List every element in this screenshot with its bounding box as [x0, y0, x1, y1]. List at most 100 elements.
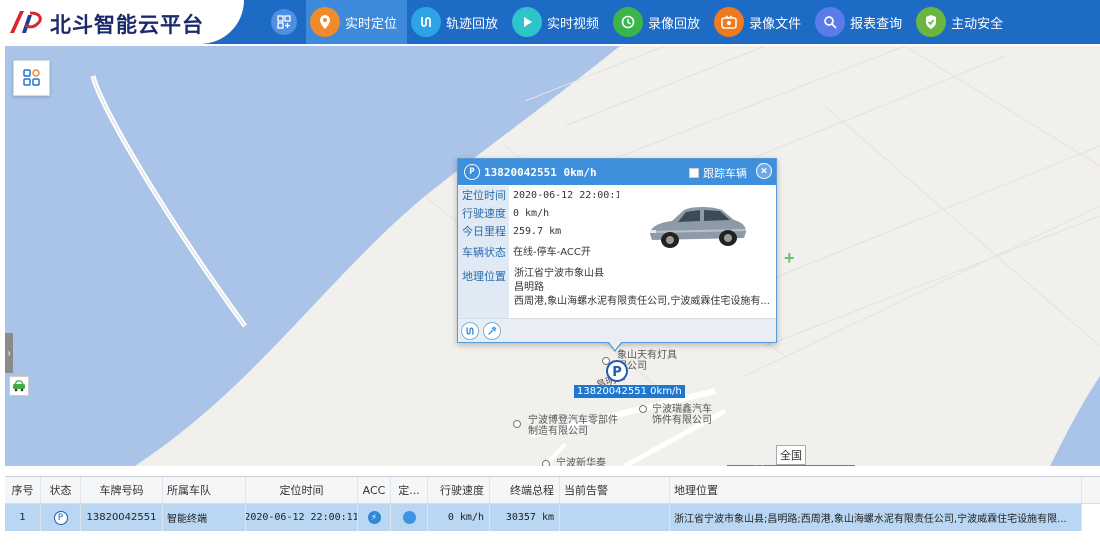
info-label: 今日里程 [458, 223, 509, 241]
vehicle-info-popup: P 13820042551 0km/h 跟踪车辆 × 定位时间 2020-06-… [457, 158, 777, 352]
parked-status-icon: P [464, 164, 480, 180]
column-header[interactable]: 所属车队 [163, 477, 246, 503]
cell-location-status [391, 504, 428, 531]
column-header[interactable]: 地理位置 [670, 477, 1082, 503]
logo-area: 北斗智能云平台 [0, 0, 244, 44]
nav-video-files[interactable]: 录像文件 [710, 0, 811, 44]
address-line: 昌明路 [514, 282, 544, 293]
info-label: 定位时间 [458, 186, 509, 205]
vehicle-list-toggle[interactable] [9, 376, 29, 396]
vehicle-image [619, 186, 775, 265]
table-row-spacer [1082, 504, 1100, 531]
vehicle-map-label[interactable]: 13820042551 0km/h [574, 385, 685, 398]
poi-marker-icon [639, 405, 647, 413]
cell-status: P [41, 504, 81, 531]
poi-label: 宁波博登汽车零部件 制造有限公司 [528, 415, 618, 437]
location-status-icon [402, 511, 416, 524]
grid-plus-icon [271, 9, 297, 35]
chevron-down-icon[interactable]: ﹀ [754, 465, 763, 466]
chevron-right-icon: › [7, 347, 11, 359]
nav-label: 录像文件 [749, 15, 802, 31]
popup-footer [458, 318, 776, 342]
main-nav: 实时定位 轨迹回放 实时视频 录像回放 录像文件 报表查询 主动安全 [262, 0, 1013, 44]
column-header[interactable]: ACC [358, 477, 391, 503]
location-pin-icon [310, 7, 340, 37]
address-value: 浙江省宁波市象山县 昌明路 西周港,象山海螺水泥有限责任公司,宁波威霖住宅设施有… [510, 267, 774, 309]
chevron-up-icon[interactable]: ︿ [818, 465, 827, 466]
car-icon [13, 380, 25, 392]
table-header-row: 序号 状态 车牌号码 所属车队 定位时间 ACC 定... 行驶速度 终端总程 … [5, 477, 1100, 504]
column-header[interactable]: 车牌号码 [81, 477, 163, 503]
poi-label: 宁波新华泰 [556, 458, 606, 466]
nav-label: 主动安全 [951, 15, 1004, 31]
column-header[interactable]: 行驶速度 [428, 477, 490, 503]
track-vehicle-label: 跟踪车辆 [703, 167, 747, 180]
popup-header: P 13820042551 0km/h 跟踪车辆 × [458, 159, 776, 185]
nav-active-safety[interactable]: 主动安全 [912, 0, 1013, 44]
info-value: 2020-06-12 22:00:11 [513, 190, 628, 201]
cell-mileage: 30357 km [490, 504, 560, 531]
track-icon [411, 7, 442, 37]
scope-nationwide-button[interactable]: 全国 [776, 445, 806, 465]
parked-status-icon: P [53, 510, 68, 525]
close-icon[interactable]: × [756, 163, 772, 179]
cell-acc: ⚡ [358, 504, 391, 531]
play-icon [512, 7, 543, 37]
nav-track-playback[interactable]: 轨迹回放 [407, 0, 508, 44]
car-image-icon [650, 206, 747, 248]
shield-check-icon [916, 7, 947, 37]
track-vehicle-checkbox[interactable]: 跟踪车辆 [689, 165, 747, 181]
cell-index: 1 [5, 504, 41, 531]
nav-realtime-video[interactable]: 实时视频 [508, 0, 609, 44]
poi-label: 宁波瑞鑫汽车 饰件有限公司 [652, 404, 712, 426]
map-layers-button[interactable] [13, 60, 50, 96]
cell-speed: 0 km/h [428, 504, 490, 531]
cell-address: 浙江省宁波市象山县;昌明路;西周港,象山海螺水泥有限责任公司,宁波威霖住宅设施有… [670, 504, 1082, 531]
cell-alarm [560, 504, 670, 531]
column-header[interactable]: 状态 [41, 477, 81, 503]
column-header[interactable]: 序号 [5, 477, 41, 503]
nav-video-playback[interactable]: 录像回放 [609, 0, 710, 44]
wrench-icon [488, 325, 497, 335]
info-value: 259.7 km [513, 226, 562, 237]
cell-time: 2020-06-12 22:00:11 [246, 504, 358, 531]
nav-realtime-location[interactable]: 实时定位 [306, 0, 408, 44]
nav-label: 报表查询 [850, 15, 903, 31]
address-line: 浙江省宁波市象山县 [514, 268, 604, 279]
table-empty-row [5, 531, 1100, 546]
vehicle-parked-marker-icon[interactable]: P [605, 359, 629, 383]
checkbox-icon[interactable] [689, 168, 699, 178]
side-panel-expand-button[interactable]: › [5, 333, 13, 373]
table-row[interactable]: 1 P 13820042551 智能终端 2020-06-12 22:00:11… [5, 504, 1100, 531]
svg-text:P: P [612, 365, 622, 380]
search-icon [815, 7, 846, 37]
track-playback-button[interactable] [461, 321, 479, 340]
tools-button[interactable] [483, 321, 501, 340]
address-line: 西周港,象山海螺水泥有限责任公司,宁波威霖住宅设施有... [514, 296, 770, 307]
column-header[interactable]: 定... [391, 477, 428, 503]
info-value: 在线-停车-ACC开 [513, 247, 591, 258]
nav-label: 实时视频 [547, 15, 600, 31]
vehicle-table: 序号 状态 车牌号码 所属车队 定位时间 ACC 定... 行驶速度 终端总程 … [5, 476, 1100, 546]
acc-on-icon: ⚡ [367, 511, 381, 524]
column-header[interactable]: 终端总程 [490, 477, 560, 503]
popup-title: 13820042551 0km/h [484, 165, 597, 179]
info-value: 0 km/h [513, 208, 550, 219]
info-label: 车辆状态 [458, 241, 509, 265]
info-label: 地理位置 [458, 265, 509, 319]
popup-pointer-inner [608, 341, 622, 350]
layers-grid-icon [22, 69, 40, 86]
nav-menu-grid-button[interactable] [262, 0, 306, 44]
nav-label: 实时定位 [345, 15, 398, 31]
nav-report-query[interactable]: 报表查询 [811, 0, 912, 44]
cell-fleet: 智能终端 [163, 504, 246, 531]
panel-toggle-bar[interactable]: ﹀ ︿ [727, 465, 855, 466]
column-header[interactable]: 定位时间 [246, 477, 358, 503]
history-icon [613, 7, 644, 37]
column-header[interactable]: 当前告警 [560, 477, 670, 503]
brand-name: 北斗智能云平台 [50, 13, 204, 37]
video-file-icon [714, 7, 745, 37]
info-label: 行驶速度 [458, 205, 509, 223]
nav-label: 录像回放 [648, 15, 701, 31]
poi-marker-icon [542, 460, 550, 466]
